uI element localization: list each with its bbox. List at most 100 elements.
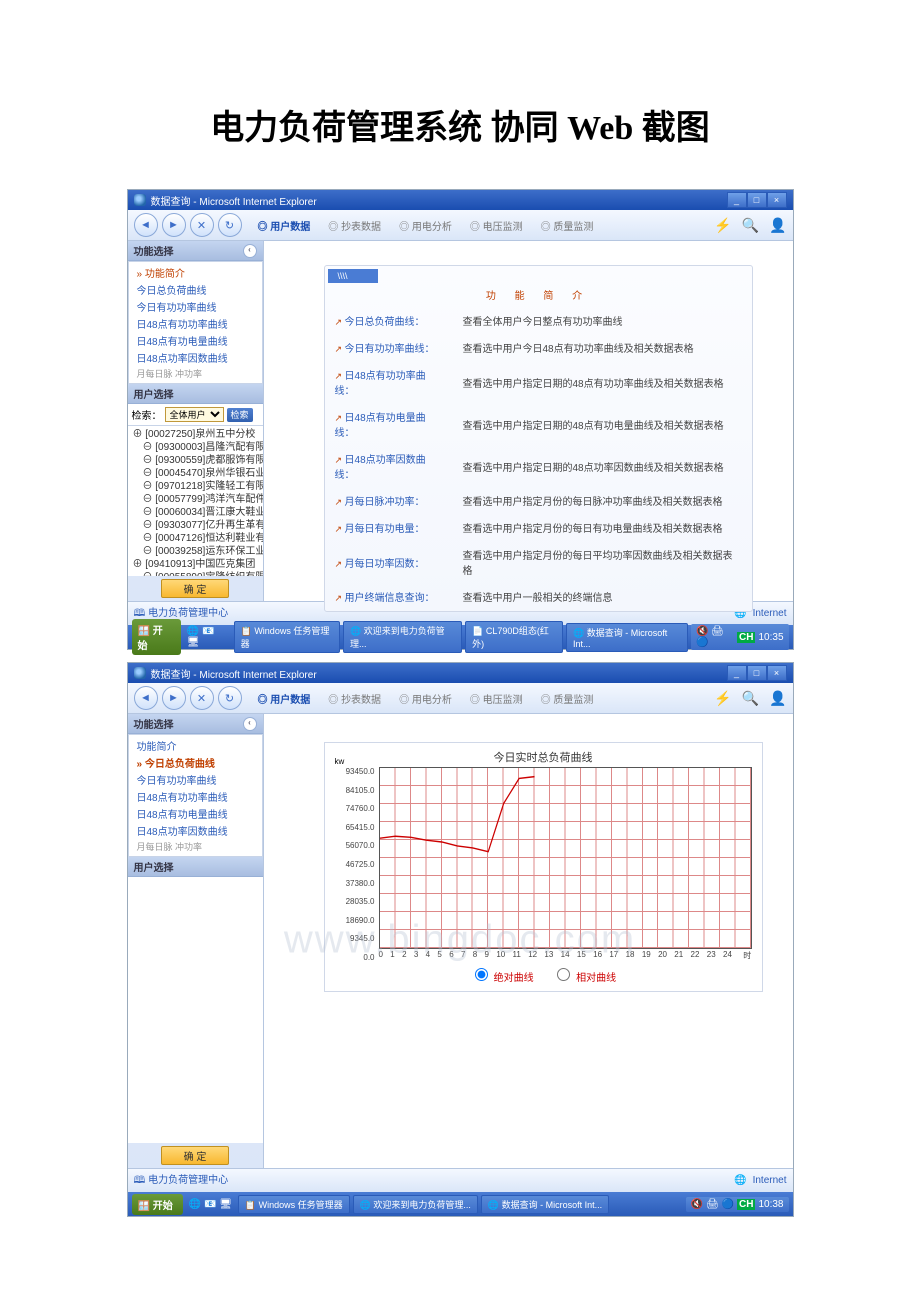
row-key[interactable]: 用户终端信息查询： (327, 584, 453, 609)
search-icon[interactable]: 🔍 (742, 217, 759, 234)
task-btn[interactable]: 🌐 数据查询 - Microsoft Int... (481, 1195, 609, 1214)
tree-item[interactable]: ⊖ [00039258]运东环保工业有限公司 (131, 545, 263, 558)
table-row: 日48点有功功率曲线：查看选中用户指定日期的48点有功功率曲线及相关数据表格 (327, 362, 750, 402)
tree-item[interactable]: ⊖ [09303077]亿升再生革有限公司 (131, 519, 263, 532)
refresh-button[interactable]: ↻ (218, 686, 242, 710)
back-button[interactable]: ◄ (134, 686, 158, 710)
tab-usage-analysis[interactable]: ◎ 用电分析 (399, 218, 452, 233)
tab-meter-data[interactable]: ◎ 抄表数据 (328, 691, 381, 706)
stop-button[interactable]: ✕ (190, 686, 214, 710)
stop-button[interactable]: ✕ (190, 213, 214, 237)
status-left: 🕮 电力负荷管理中心 (134, 1171, 229, 1190)
tree-item[interactable]: ⊖ [00047126]恒达利鞋业有限公司 (131, 532, 263, 545)
system-tray[interactable]: 🔇 🖨 🔵 CH 10:38 (686, 1197, 789, 1212)
sidebar-item[interactable]: 日48点功率因数曲线 (131, 822, 260, 839)
clock: 10:35 (758, 632, 783, 643)
tab-quality[interactable]: ◎ 质量监测 (541, 218, 594, 233)
row-key[interactable]: 日48点有功电量曲线： (327, 404, 453, 444)
start-button[interactable]: 🪟 开始 (132, 1194, 183, 1215)
radio-relative[interactable]: 相对曲线 (552, 973, 616, 984)
task-btn[interactable]: 🌐 欢迎来到电力负荷管理... (353, 1195, 478, 1214)
back-button[interactable]: ◄ (134, 213, 158, 237)
tree-item[interactable]: ⊕ [09410913]中国匹克集团 (131, 558, 263, 571)
tab-meter-data[interactable]: ◎ 抄表数据 (328, 218, 381, 233)
row-key[interactable]: 今日总负荷曲线： (327, 308, 453, 333)
sidebar-func-intro[interactable]: » 功能简介 (131, 264, 260, 281)
person-icon[interactable]: 👤 (769, 217, 786, 234)
sidebar-item-current[interactable]: » 今日总负荷曲线 (131, 754, 260, 771)
sidebar-item[interactable]: 月每日脉 冲功率 (131, 366, 260, 381)
tab-quality[interactable]: ◎ 质量监测 (541, 691, 594, 706)
table-row: 月每日有功电量：查看选中用户指定月份的每日有功电量曲线及相关数据表格 (327, 515, 750, 540)
start-button[interactable]: 🪟 开始 (132, 619, 181, 655)
user-tree[interactable]: ⊕ [00027250]泉州五中分校 ⊖ [09300003]昌隆汽配有限公司 … (128, 426, 263, 576)
tree-item[interactable]: ⊖ [00055890]宝隆纺织有限公司2# (131, 571, 263, 576)
lightning-icon[interactable]: ⚡ (714, 690, 731, 707)
radio-absolute[interactable]: 绝对曲线 (470, 973, 534, 984)
refresh-button[interactable]: ↻ (218, 213, 242, 237)
tab-voltage[interactable]: ◎ 电压监测 (470, 691, 523, 706)
row-key[interactable]: 月每日有功电量： (327, 515, 453, 540)
sidebar-item[interactable]: 日48点有功功率曲线 (131, 315, 260, 332)
status-right: 🌐 Internet (734, 1175, 786, 1186)
maximize-button[interactable]: □ (747, 192, 767, 208)
row-val: 查看选中用户一般相关的终端信息 (455, 584, 750, 609)
nav-toolbar: ◄ ► ✕ ↻ ◎ 用户数据 ◎ 抄表数据 ◎ 用电分析 ◎ 电压监测 ◎ 质量… (128, 210, 793, 241)
maximize-button[interactable]: □ (747, 665, 767, 681)
forward-button[interactable]: ► (162, 213, 186, 237)
task-btn[interactable]: 📋 Windows 任务管理器 (234, 621, 340, 653)
sidebar-item[interactable]: 今日总负荷曲线 (131, 281, 260, 298)
close-button[interactable]: × (767, 665, 787, 681)
minimize-button[interactable]: _ (727, 665, 747, 681)
quick-launch[interactable]: 🌐 📧 🖥 (186, 1199, 235, 1210)
tab-user-data[interactable]: ◎ 用户数据 (258, 691, 311, 706)
row-key[interactable]: 日48点功率因数曲线： (327, 446, 453, 486)
user-panel-header[interactable]: 用户选择 (128, 857, 263, 877)
search-select[interactable]: 全体用户 (165, 407, 224, 422)
tree-item[interactable]: ⊖ [00045470]泉州华银石业有限公司 (131, 467, 263, 480)
sidebar-item[interactable]: 今日有功功率曲线 (131, 298, 260, 315)
table-row: 用户终端信息查询：查看选中用户一般相关的终端信息 (327, 584, 750, 609)
function-panel-header[interactable]: 功能选择‹ (128, 714, 263, 734)
tree-item[interactable]: ⊖ [00057799]鸿洋汽车配件制造有限公司 (131, 493, 263, 506)
sidebar-item[interactable]: 日48点有功电量曲线 (131, 805, 260, 822)
sidebar-item[interactable]: 功能简介 (131, 737, 260, 754)
user-panel-header[interactable]: 用户选择 (128, 384, 263, 404)
tree-item[interactable]: ⊖ [09300559]虎都服饰有限公司 (131, 454, 263, 467)
tab-voltage[interactable]: ◎ 电压监测 (470, 218, 523, 233)
minimize-button[interactable]: _ (727, 192, 747, 208)
collapse-icon[interactable]: ‹ (243, 244, 257, 258)
tree-item[interactable]: ⊖ [09701218]实隆轻工有限公司 (131, 480, 263, 493)
search-button[interactable]: 检索 (227, 408, 253, 422)
lightning-icon[interactable]: ⚡ (714, 217, 731, 234)
tab-user-data[interactable]: ◎ 用户数据 (258, 218, 311, 233)
person-icon[interactable]: 👤 (769, 690, 786, 707)
tree-item[interactable]: ⊕ [00027250]泉州五中分校 (131, 428, 263, 441)
system-tray[interactable]: 🔇 🖨 🔵 CH 10:35 (691, 624, 789, 650)
sidebar-item[interactable]: 今日有功功率曲线 (131, 771, 260, 788)
task-btn[interactable]: 📄 CL790D组态(红外) (465, 621, 563, 653)
sidebar-item[interactable]: 日48点有功功率曲线 (131, 788, 260, 805)
close-button[interactable]: × (767, 192, 787, 208)
sidebar-item[interactable]: 月每日脉 冲功率 (131, 839, 260, 854)
search-icon[interactable]: 🔍 (742, 690, 759, 707)
confirm-button[interactable]: 确 定 (161, 579, 229, 598)
row-key[interactable]: 日48点有功功率曲线： (327, 362, 453, 402)
tree-item[interactable]: ⊖ [00060034]晋江康大鞋业有限公司 (131, 506, 263, 519)
tree-item[interactable]: ⊖ [09300003]昌隆汽配有限公司 (131, 441, 263, 454)
collapse-icon[interactable]: ‹ (243, 717, 257, 731)
task-btn[interactable]: 🌐 欢迎来到电力负荷管理... (343, 621, 462, 653)
row-key[interactable]: 月每日功率因数： (327, 542, 453, 582)
sidebar-item[interactable]: 日48点功率因数曲线 (131, 349, 260, 366)
task-btn[interactable]: 🌐 数据查询 - Microsoft Int... (566, 623, 688, 652)
task-btn[interactable]: 📋 Windows 任务管理器 (238, 1195, 350, 1214)
confirm-button[interactable]: 确 定 (161, 1146, 229, 1165)
quick-launch[interactable]: 🌐 📧 🖥 (184, 626, 231, 648)
sidebar-item[interactable]: 日48点有功电量曲线 (131, 332, 260, 349)
window-titlebar: 数据查询 - Microsoft Internet Explorer _ □ × (128, 190, 793, 210)
function-panel-header[interactable]: 功能选择‹ (128, 241, 263, 261)
tab-usage-analysis[interactable]: ◎ 用电分析 (399, 691, 452, 706)
row-key[interactable]: 今日有功功率曲线： (327, 335, 453, 360)
forward-button[interactable]: ► (162, 686, 186, 710)
row-key[interactable]: 月每日脉冲功率： (327, 488, 453, 513)
